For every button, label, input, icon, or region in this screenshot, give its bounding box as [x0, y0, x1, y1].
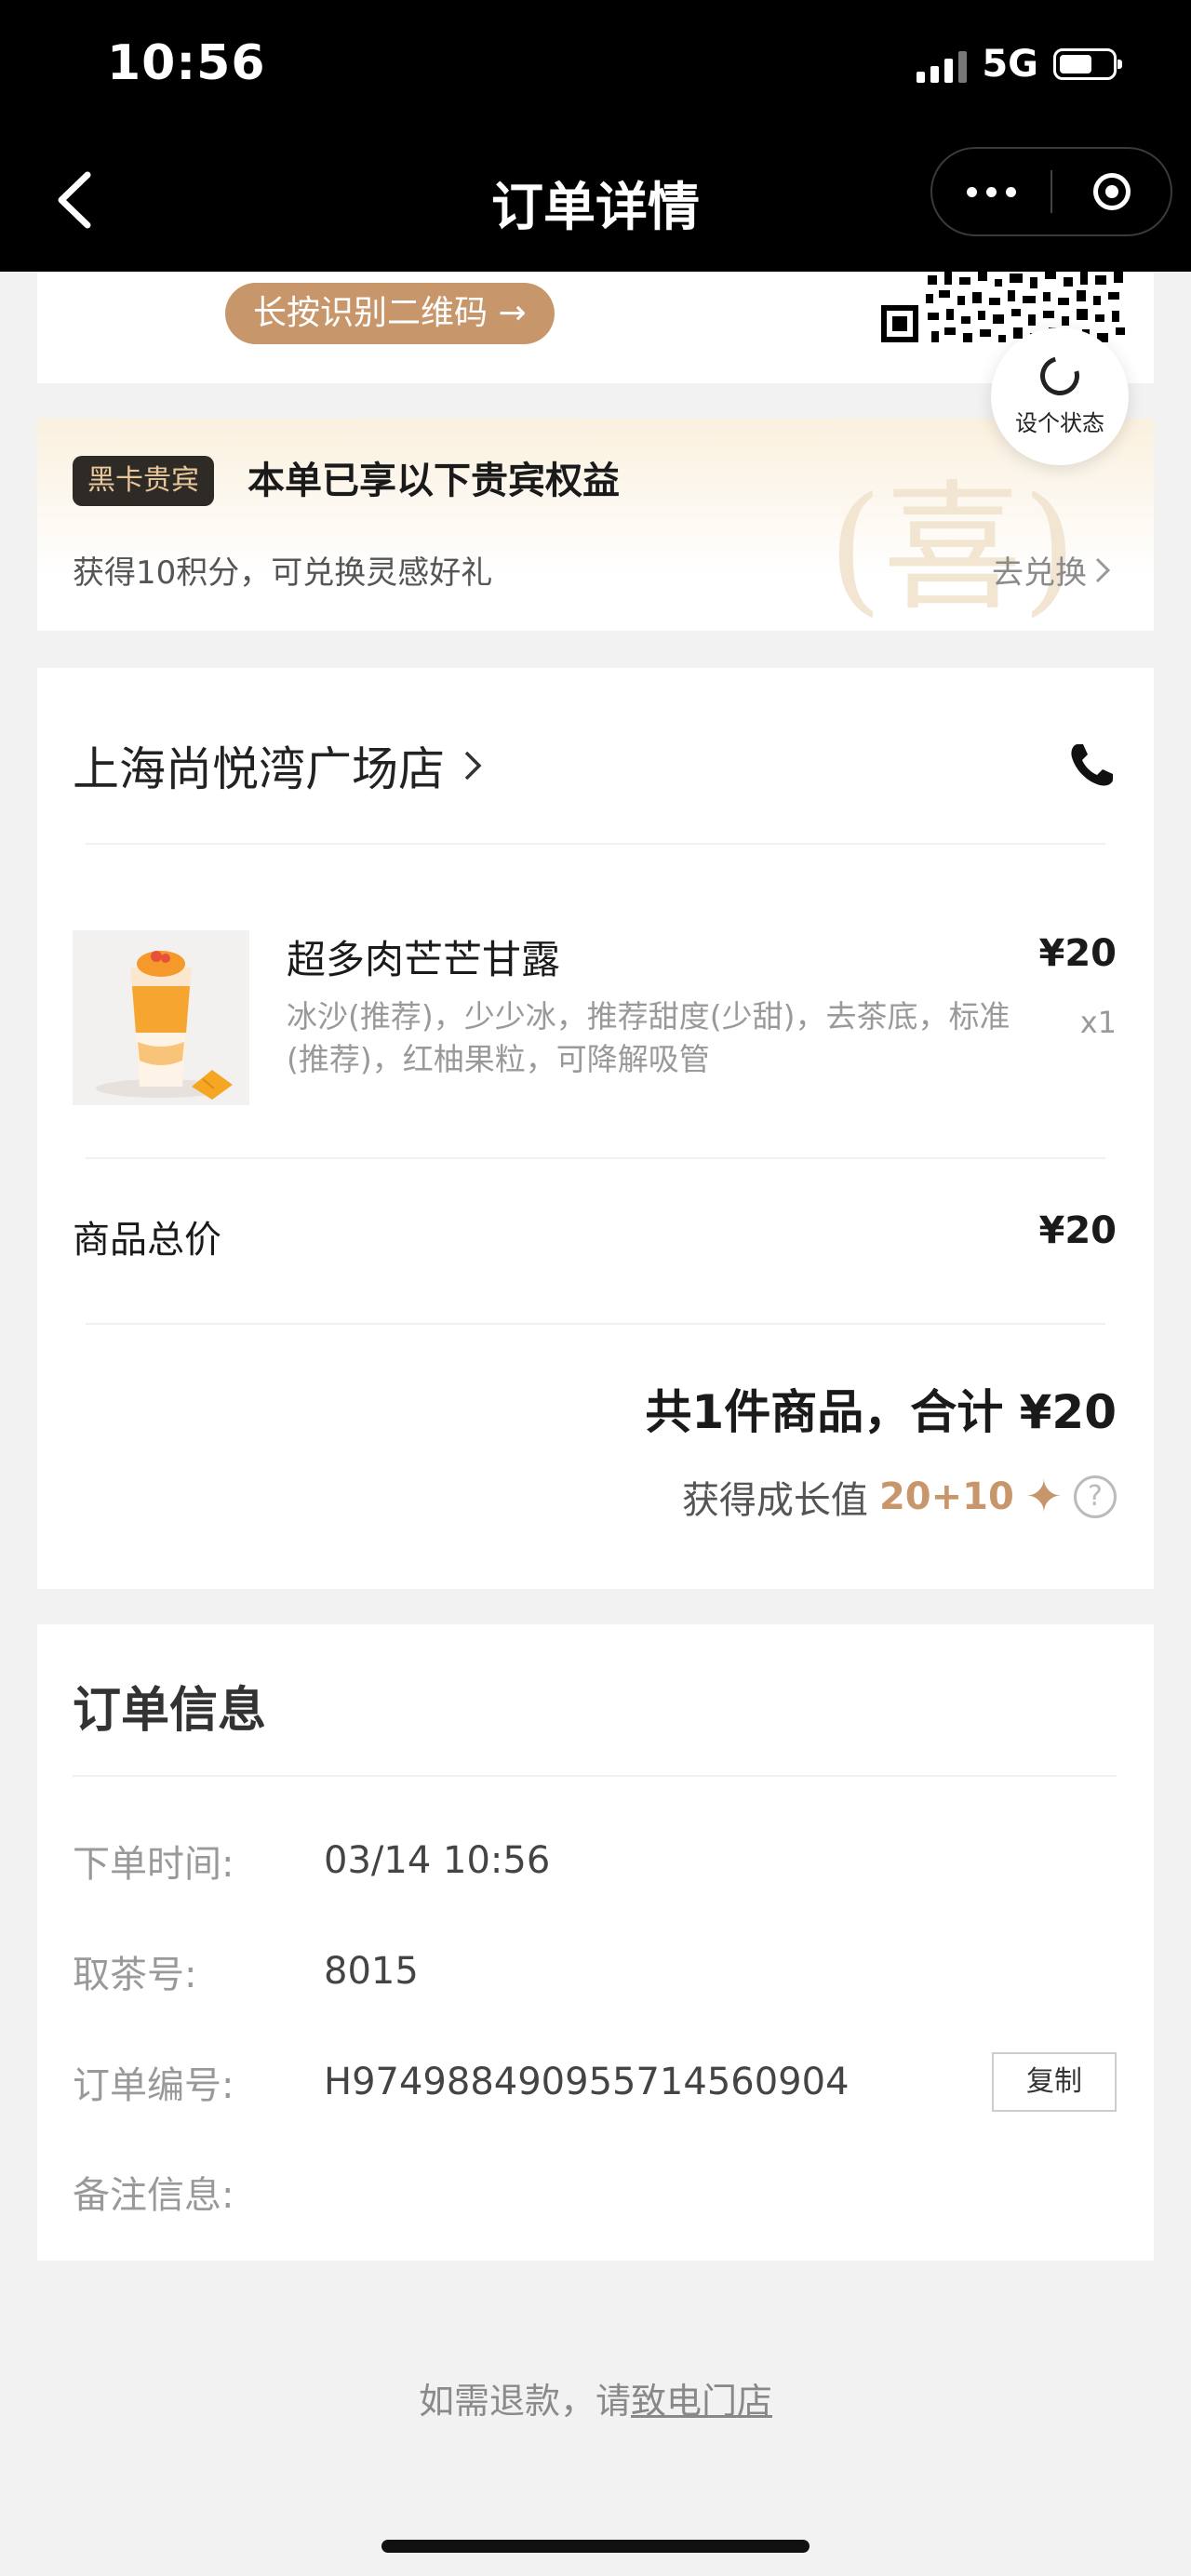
set-status-label: 设个状态	[1015, 409, 1104, 436]
copy-button[interactable]: 复制	[992, 2052, 1117, 2112]
mango-drink-image	[73, 930, 249, 1105]
close-miniprogram-button[interactable]	[1052, 149, 1171, 234]
status-indicators: 5G	[917, 43, 1122, 86]
divider	[86, 1157, 1105, 1159]
order-info-title: 订单信息	[73, 1683, 267, 1739]
info-row-order-number: 订单编号: H974988490955714560904 复制	[73, 2052, 1117, 2112]
redeem-label: 去兑换	[992, 554, 1087, 592]
product-name: 超多肉芒芒甘露	[287, 937, 561, 982]
subtotal-row: 商品总价 ¥20	[73, 1209, 1117, 1263]
store-name-link[interactable]: 上海尚悦湾广场店	[73, 732, 445, 799]
close-miniprogram-icon	[1092, 173, 1131, 210]
vip-points-text: 获得10积分，可兑换灵感好礼	[73, 554, 493, 592]
info-value: 03/14 10:56	[324, 1839, 551, 1882]
subtotal-label: 商品总价	[73, 1219, 221, 1261]
more-button[interactable]	[932, 149, 1050, 234]
growth-row: 获得成长值 20+10 ✦ ?	[682, 1470, 1117, 1524]
chevron-right-icon	[1095, 557, 1111, 582]
divider	[86, 1323, 1105, 1325]
qr-recognize-button[interactable]: 长按识别二维码 →	[225, 283, 555, 344]
info-row-remarks: 备注信息:	[73, 2164, 1117, 2220]
product-image	[73, 930, 249, 1105]
home-indicator	[381, 2540, 810, 2553]
chevron-right-icon[interactable]	[460, 745, 488, 786]
network-label: 5G	[982, 43, 1038, 86]
set-status-button[interactable]: 设个状态	[991, 327, 1129, 465]
info-label: 下单时间:	[73, 1843, 234, 1886]
refund-note: 如需退款，请致电门店	[0, 2372, 1191, 2423]
qr-card: 长按识别二维码 →	[37, 272, 1154, 383]
growth-label: 获得成长值	[681, 1479, 868, 1522]
help-icon[interactable]: ?	[1074, 1475, 1117, 1518]
refresh-icon	[1033, 348, 1087, 403]
refund-prefix: 如需退款，请	[418, 2381, 631, 2422]
info-row-pickup-number: 取茶号: 8015	[73, 1943, 1117, 1999]
info-label: 订单编号:	[73, 2064, 234, 2107]
product-quantity: x1	[1079, 1005, 1117, 1040]
vip-badge: 黑卡贵宾	[73, 456, 214, 506]
miniprogram-capsule	[930, 147, 1172, 236]
redeem-link[interactable]: 去兑换	[992, 547, 1113, 593]
info-value: 8015	[324, 1950, 419, 1993]
call-store-link[interactable]: 致电门店	[631, 2381, 772, 2422]
product-options: 冰沙(推荐)，少少冰，推荐甜度(少甜)，去茶底，标准(推荐)，红柚果粒，可降解吸…	[287, 998, 1010, 1077]
growth-value: 20+10	[878, 1475, 1014, 1518]
order-summary: 共1件商品，合计 ¥20	[645, 1385, 1117, 1439]
signal-icon	[917, 46, 968, 83]
qr-code-image	[881, 272, 1125, 342]
vip-title: 本单已享以下贵宾权益	[248, 460, 620, 502]
qr-button-label: 长按识别二维码 →	[253, 294, 527, 332]
vip-benefits-card: (喜) 黑卡贵宾 本单已享以下贵宾权益 获得10积分，可兑换灵感好礼 去兑换	[37, 419, 1154, 631]
star-icon: ✦	[1024, 1471, 1063, 1523]
info-label: 取茶号:	[73, 1954, 197, 1996]
divider	[86, 843, 1105, 845]
store-row: 上海尚悦湾广场店	[73, 724, 1118, 808]
info-label: 备注信息:	[73, 2174, 234, 2217]
more-icon	[967, 186, 1016, 197]
battery-icon	[1053, 48, 1122, 80]
top-bar: 10:56 5G 订单详情	[0, 0, 1191, 272]
info-row-order-time: 下单时间: 03/14 10:56	[73, 1833, 1117, 1889]
divider	[73, 1775, 1117, 1777]
phone-icon[interactable]	[1064, 739, 1118, 793]
product-price: ¥20	[1038, 932, 1117, 975]
status-time: 10:56	[107, 35, 266, 91]
vip-watermark: (喜)	[828, 468, 1077, 630]
info-value: H974988490955714560904	[324, 2061, 850, 2103]
qr-code[interactable]	[879, 272, 1131, 346]
order-card: 上海尚悦湾广场店 超多肉芒芒甘露 ¥20 冰沙(推荐)，少少冰，推荐甜度(少甜)…	[37, 668, 1154, 1589]
order-info-card: 订单信息 下单时间: 03/14 10:56 取茶号: 8015 订单编号: H…	[37, 1624, 1154, 2261]
subtotal-value: ¥20	[1038, 1209, 1117, 1252]
